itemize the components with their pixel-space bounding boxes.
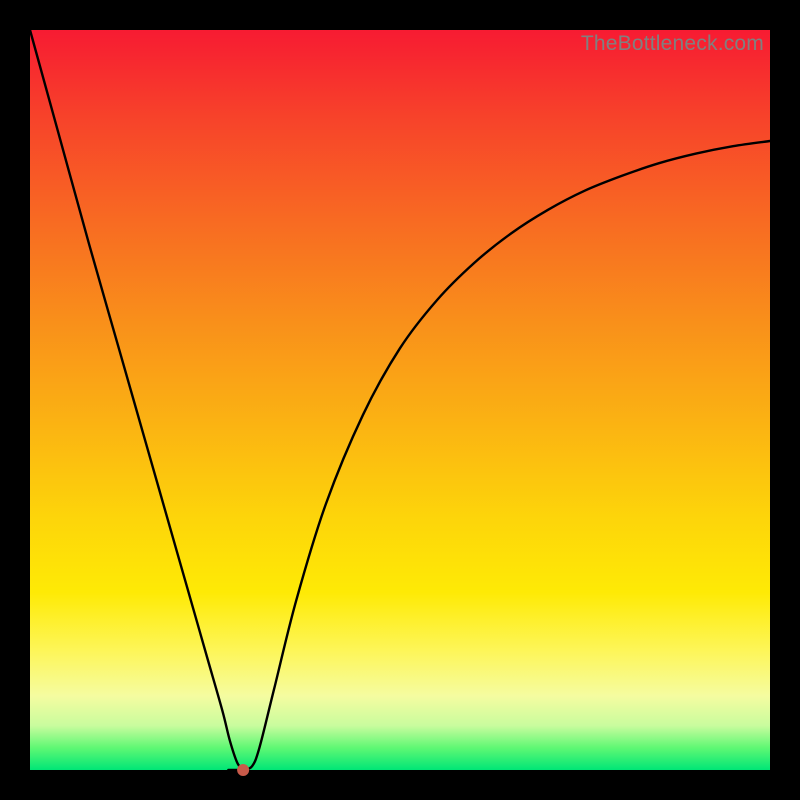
bottleneck-curve-path [30, 30, 770, 770]
plot-area: TheBottleneck.com [30, 30, 770, 770]
chart-frame: TheBottleneck.com [0, 0, 800, 800]
minimum-marker [237, 764, 249, 776]
chart-svg [30, 30, 770, 770]
